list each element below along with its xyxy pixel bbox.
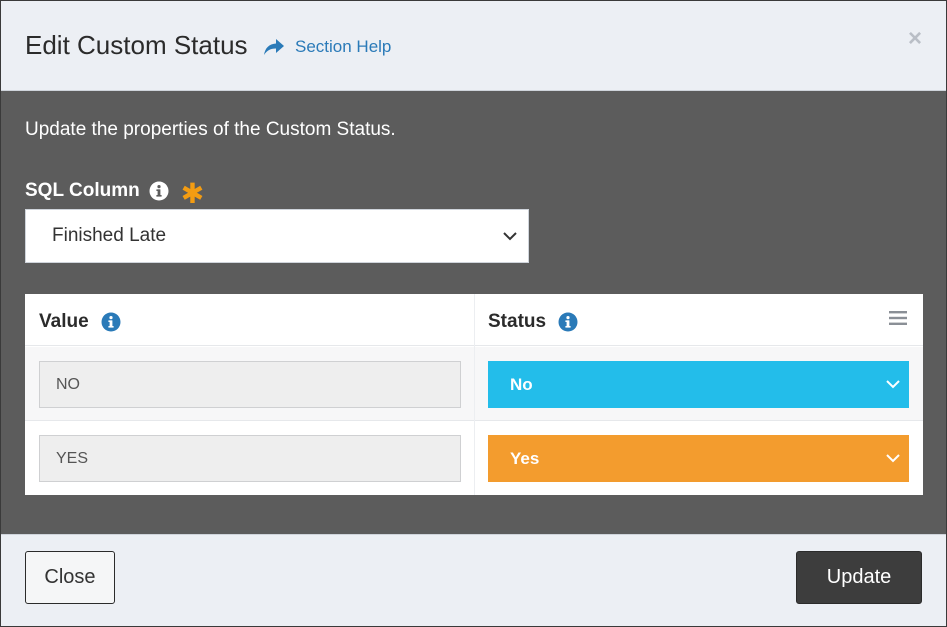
- required-asterisk-icon: ✱: [180, 178, 205, 209]
- close-icon[interactable]: ×: [908, 27, 922, 51]
- status-select[interactable]: No: [488, 361, 909, 408]
- sql-column-selected-value: Finished Late: [52, 225, 167, 246]
- value-column-label: Value: [39, 311, 89, 332]
- chevron-down-icon: [503, 232, 517, 241]
- sql-column-label-row: SQL Column ✱: [25, 174, 204, 208]
- sql-column-label: SQL Column: [25, 180, 140, 201]
- value-field: YES: [39, 435, 461, 482]
- sql-column-select[interactable]: Finished Late: [25, 209, 529, 263]
- intro-text: Update the properties of the Custom Stat…: [25, 119, 396, 140]
- status-mapping-grid: Value Status NO No YES Yes: [25, 294, 923, 495]
- status-selected-value: Yes: [510, 448, 540, 468]
- value-column-header: Value: [39, 311, 121, 333]
- chevron-down-icon: [886, 380, 900, 389]
- hamburger-menu-icon[interactable]: [889, 310, 907, 326]
- status-select[interactable]: Yes: [488, 435, 909, 482]
- dialog-body: Update the properties of the Custom Stat…: [1, 92, 946, 534]
- column-divider: [474, 294, 475, 495]
- info-circle-icon[interactable]: [101, 312, 121, 332]
- edit-custom-status-dialog: Edit Custom Status Section Help × Update…: [0, 0, 947, 627]
- section-help-link[interactable]: Section Help: [263, 37, 391, 57]
- status-column-header: Status: [488, 311, 578, 333]
- share-arrow-icon: [264, 39, 284, 55]
- close-button[interactable]: Close: [25, 551, 115, 604]
- info-circle-icon[interactable]: [558, 312, 578, 332]
- update-button[interactable]: Update: [796, 551, 922, 604]
- chevron-down-icon: [886, 454, 900, 463]
- status-column-label: Status: [488, 311, 547, 332]
- dialog-title: Edit Custom Status: [25, 30, 248, 60]
- dialog-footer: Close Update: [1, 534, 946, 626]
- info-circle-icon[interactable]: [149, 181, 169, 201]
- value-field: NO: [39, 361, 461, 408]
- section-help-label: Section Help: [295, 37, 392, 56]
- status-selected-value: No: [510, 374, 533, 394]
- dialog-header: Edit Custom Status Section Help ×: [1, 1, 946, 91]
